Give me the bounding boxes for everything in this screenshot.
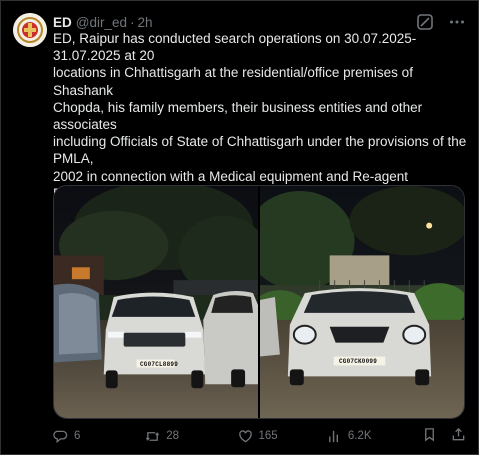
post-time[interactable]: 2h bbox=[138, 15, 153, 30]
reply-icon bbox=[53, 429, 68, 444]
views-icon bbox=[327, 429, 342, 444]
ed-logo-avatar[interactable] bbox=[13, 13, 47, 47]
license-plate-left: CG07CL8899 bbox=[140, 361, 179, 368]
repost-icon bbox=[145, 429, 160, 444]
grok-icon[interactable] bbox=[416, 13, 434, 31]
photo-white-mini[interactable]: CG07CK0099 bbox=[260, 186, 464, 418]
like-icon bbox=[238, 429, 253, 444]
post-actions: 6 28 165 6.2K bbox=[53, 427, 466, 445]
header-icons bbox=[416, 13, 466, 31]
views-button[interactable]: 6.2K bbox=[327, 429, 422, 444]
reply-button[interactable]: 6 bbox=[53, 429, 145, 444]
post-card[interactable]: ED @dir_ed · 2h ED, Raipur has conducted… bbox=[0, 0, 479, 455]
like-button[interactable]: 165 bbox=[238, 429, 327, 444]
share-icon[interactable] bbox=[451, 427, 466, 445]
author-name[interactable]: ED bbox=[53, 15, 72, 30]
repost-button[interactable]: 28 bbox=[145, 429, 237, 444]
author-handle[interactable]: @dir_ed bbox=[76, 15, 127, 30]
repost-count: 28 bbox=[166, 430, 180, 442]
post-media[interactable]: CG07CL8899 CG07CK0099 bbox=[53, 185, 465, 419]
bookmark-icon[interactable] bbox=[422, 427, 437, 445]
more-icon[interactable] bbox=[448, 13, 466, 31]
tail-actions bbox=[422, 427, 466, 445]
license-plate-right: CG07CK0099 bbox=[339, 358, 378, 365]
post-header: ED @dir_ed · 2h bbox=[53, 13, 466, 31]
like-count: 165 bbox=[258, 430, 278, 442]
separator-dot: · bbox=[130, 14, 135, 30]
views-count: 6.2K bbox=[347, 430, 372, 442]
reply-count: 6 bbox=[74, 430, 81, 442]
photo-white-suv[interactable]: CG07CL8899 bbox=[54, 186, 258, 418]
